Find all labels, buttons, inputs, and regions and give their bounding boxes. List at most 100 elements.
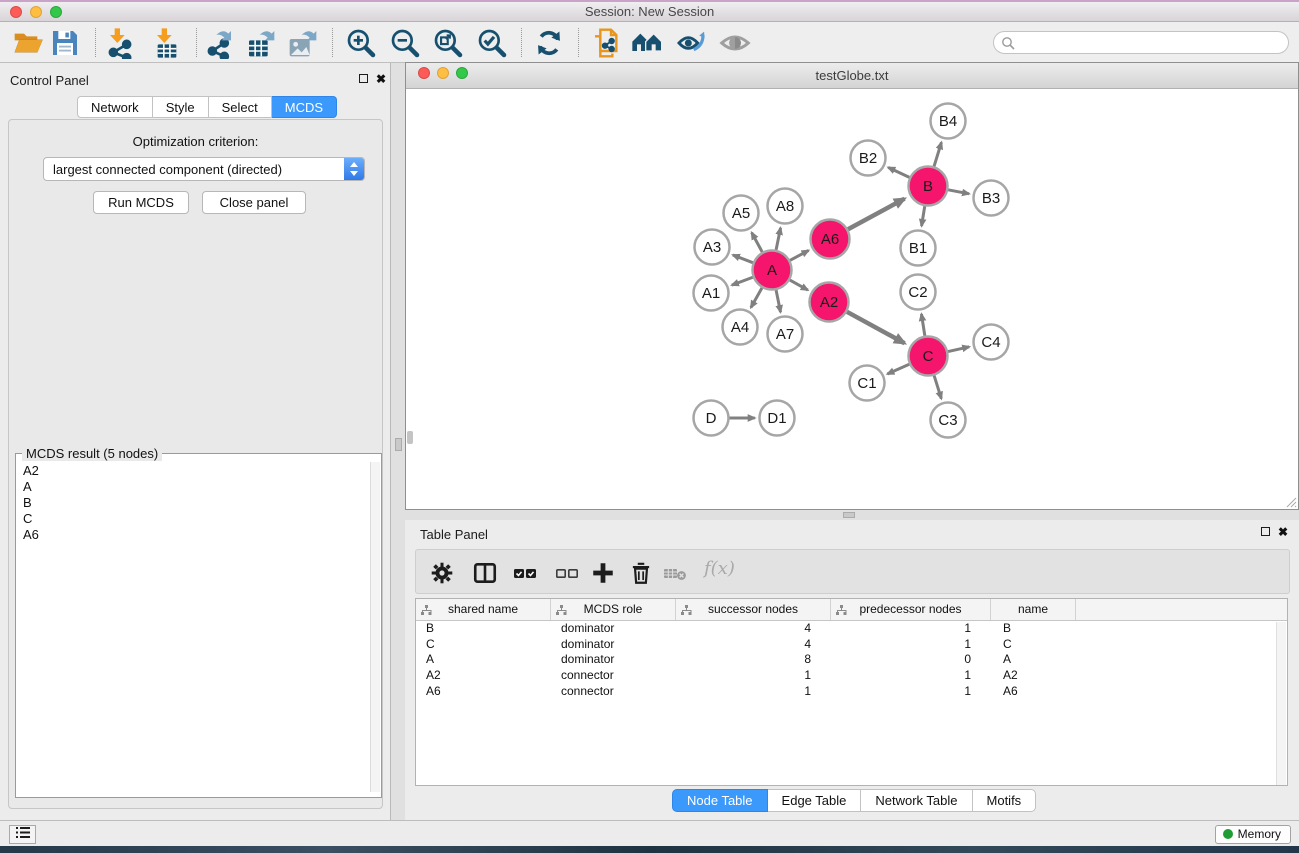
edge-A6-B[interactable] xyxy=(848,199,904,230)
zoom-network-button[interactable] xyxy=(456,67,468,79)
edge-A-A3[interactable] xyxy=(733,255,753,263)
float-table-panel-icon[interactable] xyxy=(1261,527,1270,536)
node-A3[interactable]: A3 xyxy=(695,230,730,265)
float-panel-icon[interactable] xyxy=(359,74,368,83)
column-header-successor-nodes[interactable]: successor nodes xyxy=(676,599,831,620)
run-mcds-button[interactable]: Run MCDS xyxy=(93,191,189,214)
close-table-panel-icon[interactable]: ✖ xyxy=(1278,527,1288,537)
delete-table-icon[interactable] xyxy=(662,560,688,586)
table-scrollbar[interactable] xyxy=(1276,622,1286,785)
column-header-shared-name[interactable]: shared name xyxy=(416,599,551,620)
table-settings-gear-icon[interactable] xyxy=(429,560,455,586)
tab-select[interactable]: Select xyxy=(209,96,272,118)
node-B4[interactable]: B4 xyxy=(931,104,966,139)
open-session-icon[interactable] xyxy=(12,27,44,59)
tab-motifs[interactable]: Motifs xyxy=(973,789,1037,812)
edge-C-C1[interactable] xyxy=(887,364,909,374)
result-item[interactable]: C xyxy=(17,510,371,526)
tab-mcds[interactable]: MCDS xyxy=(272,96,337,118)
node-A[interactable]: A xyxy=(753,251,792,290)
table-row[interactable]: A6connector11A6 xyxy=(416,684,1287,700)
node-C2[interactable]: C2 xyxy=(901,275,936,310)
horizontal-split-divider[interactable] xyxy=(405,510,1299,520)
tab-network-table[interactable]: Network Table xyxy=(861,789,972,812)
export-network-icon[interactable] xyxy=(203,27,235,59)
table-row[interactable]: Cdominator41C xyxy=(416,637,1287,653)
edge-A-A6[interactable] xyxy=(790,250,808,260)
node-D[interactable]: D xyxy=(694,401,729,436)
node-B[interactable]: B xyxy=(909,167,948,206)
copy-network-icon[interactable] xyxy=(591,27,623,59)
vertical-split-divider[interactable] xyxy=(392,63,405,820)
result-scrollbar[interactable] xyxy=(370,462,380,792)
resize-corner[interactable] xyxy=(1285,496,1297,508)
edge-A2-C[interactable] xyxy=(847,312,905,343)
node-A2[interactable]: A2 xyxy=(810,283,849,322)
select-all-rows-icon[interactable] xyxy=(512,560,538,586)
close-network-button[interactable] xyxy=(418,67,430,79)
edge-C-C3[interactable] xyxy=(934,376,941,399)
zoom-fit-icon[interactable] xyxy=(432,27,464,59)
node-A8[interactable]: A8 xyxy=(768,189,803,224)
memory-button[interactable]: Memory xyxy=(1215,825,1291,844)
result-item[interactable]: A xyxy=(17,478,371,494)
node-B2[interactable]: B2 xyxy=(851,141,886,176)
edge-B-B2[interactable] xyxy=(888,167,909,177)
split-handle[interactable] xyxy=(843,512,855,518)
edge-A-A8[interactable] xyxy=(776,228,780,250)
edge-A-A4[interactable] xyxy=(751,288,762,308)
result-item[interactable]: A2 xyxy=(17,462,371,478)
node-C[interactable]: C xyxy=(909,337,948,376)
node-A5[interactable]: A5 xyxy=(724,196,759,231)
column-visibility-icon[interactable] xyxy=(472,560,498,586)
zoom-window-button[interactable] xyxy=(50,6,62,18)
tab-style[interactable]: Style xyxy=(153,96,209,118)
close-panel-icon[interactable]: ✖ xyxy=(376,74,386,84)
tab-node-table[interactable]: Node Table xyxy=(672,789,768,812)
zoom-in-icon[interactable] xyxy=(345,27,377,59)
node-A4[interactable]: A4 xyxy=(723,310,758,345)
deselect-all-rows-icon[interactable] xyxy=(554,560,580,586)
node-C3[interactable]: C3 xyxy=(931,403,966,438)
edge-A-A1[interactable] xyxy=(732,277,753,285)
table-row[interactable]: Bdominator41B xyxy=(416,621,1287,637)
import-network-icon[interactable] xyxy=(104,27,136,59)
zoom-selected-icon[interactable] xyxy=(476,27,508,59)
zoom-out-icon[interactable] xyxy=(389,27,421,59)
tab-edge-table[interactable]: Edge Table xyxy=(768,789,862,812)
column-header-name[interactable]: name xyxy=(991,599,1076,620)
column-header-MCDS-role[interactable]: MCDS role xyxy=(551,599,676,620)
result-item[interactable]: A6 xyxy=(17,526,371,542)
close-window-button[interactable] xyxy=(10,6,22,18)
node-D1[interactable]: D1 xyxy=(760,401,795,436)
add-column-icon[interactable] xyxy=(590,560,616,586)
node-C1[interactable]: C1 xyxy=(850,366,885,401)
edge-B-B1[interactable] xyxy=(922,206,925,226)
edge-C-C4[interactable] xyxy=(948,347,969,352)
minimize-network-button[interactable] xyxy=(437,67,449,79)
task-history-button[interactable] xyxy=(9,825,36,844)
function-builder-icon[interactable]: f(x) xyxy=(704,558,735,579)
edge-B-B4[interactable] xyxy=(934,142,941,166)
edge-A-A5[interactable] xyxy=(752,233,763,252)
split-handle[interactable] xyxy=(395,438,402,451)
node-A7[interactable]: A7 xyxy=(768,317,803,352)
export-image-icon[interactable] xyxy=(287,27,319,59)
node-B3[interactable]: B3 xyxy=(974,181,1009,216)
edge-B-B3[interactable] xyxy=(948,190,969,194)
edge-A-A7[interactable] xyxy=(776,290,780,312)
table-row[interactable]: A2connector11A2 xyxy=(416,668,1287,684)
node-B1[interactable]: B1 xyxy=(901,231,936,266)
graphics-details-icon[interactable] xyxy=(675,27,707,59)
minimize-window-button[interactable] xyxy=(30,6,42,18)
node-A1[interactable]: A1 xyxy=(694,276,729,311)
edge-A-A2[interactable] xyxy=(790,280,808,290)
node-C4[interactable]: C4 xyxy=(974,325,1009,360)
show-hide-details-icon[interactable] xyxy=(719,27,751,59)
table-row[interactable]: Adominator80A xyxy=(416,652,1287,668)
column-header-predecessor-nodes[interactable]: predecessor nodes xyxy=(831,599,991,620)
node-A6[interactable]: A6 xyxy=(811,220,850,259)
search-input[interactable] xyxy=(1018,33,1280,52)
close-panel-button[interactable]: Close panel xyxy=(202,191,306,214)
tab-network[interactable]: Network xyxy=(77,96,153,118)
